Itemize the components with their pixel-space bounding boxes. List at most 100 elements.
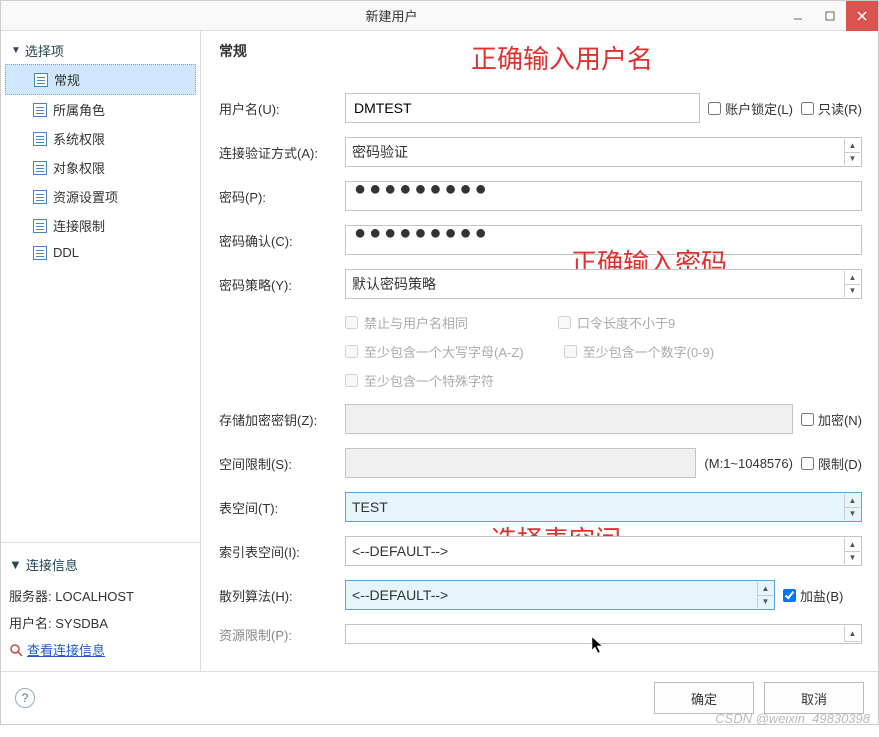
row-policy: 密码策略(Y): 默认密码策略 ▲▼ <box>219 269 862 299</box>
tablespace-select[interactable]: TEST ▲▼ <box>345 492 862 522</box>
nav-item-resource[interactable]: 资源设置项 <box>5 182 196 211</box>
nav-item-label: 连接限制 <box>53 216 105 235</box>
readonly-checkbox[interactable]: 只读(R) <box>801 99 862 118</box>
lock-check[interactable] <box>708 102 721 115</box>
spinner-icon: ▲▼ <box>844 271 860 297</box>
space-input[interactable] <box>345 448 696 478</box>
watermark: CSDN @weixin_49830398 <box>715 711 870 726</box>
row-reslimit: 资源限制(P): ▲ <box>219 624 862 644</box>
document-icon <box>33 246 47 260</box>
connection-info: ▼ 连接信息 服务器: LOCALHOST 用户名: SYSDBA 查看连接信息 <box>1 542 200 671</box>
footer-buttons: 确定 取消 <box>654 682 864 714</box>
row-storekey: 存储加密密钥(Z): 加密(N) <box>219 404 862 434</box>
titlebar: 新建用户 <box>1 1 878 31</box>
nav-item-ddl[interactable]: DDL <box>5 240 196 265</box>
close-button[interactable] <box>846 1 878 31</box>
nav-item-label: 常规 <box>54 70 80 89</box>
policy-opt-special: 至少包含一个特殊字符 <box>345 371 494 390</box>
content: ▼ 选择项 常规 所属角色 系统权限 对象权限 <box>1 31 878 671</box>
row-password-confirm: 密码确认(C): ●●●●●●●●● <box>219 225 862 255</box>
limit-check[interactable] <box>801 457 814 470</box>
view-connection-link[interactable]: 查看连接信息 <box>9 640 192 659</box>
nav-item-label: 资源设置项 <box>53 187 118 206</box>
nav-item-label: 对象权限 <box>53 158 105 177</box>
encrypt-checkbox[interactable]: 加密(N) <box>801 410 862 429</box>
hash-select[interactable]: <--DEFAULT--> ▲▼ <box>345 580 775 610</box>
sidebar-nav: ▼ 选择项 常规 所属角色 系统权限 对象权限 <box>1 31 200 542</box>
password-confirm-input[interactable]: ●●●●●●●●● <box>345 225 862 255</box>
auth-label: 连接验证方式(A): <box>219 143 337 162</box>
policy-opt-no-username: 禁止与用户名相同 <box>345 313 468 332</box>
user-value: SYSDBA <box>55 616 108 631</box>
server-row: 服务器: LOCALHOST <box>9 582 192 609</box>
username-label: 用户名(U): <box>219 99 337 118</box>
reslimit-label: 资源限制(P): <box>219 625 337 644</box>
spinner-icon: ▲▼ <box>844 538 860 564</box>
document-icon <box>34 73 48 87</box>
row-username: 用户名(U): 账户锁定(L) 只读(R) <box>219 93 862 123</box>
titlebar-buttons <box>782 1 878 31</box>
tablespace-label: 表空间(T): <box>219 498 337 517</box>
cancel-button[interactable]: 取消 <box>764 682 864 714</box>
nav-item-roles[interactable]: 所属角色 <box>5 95 196 124</box>
dialog-window: 新建用户 ▼ 选择项 常规 所属角色 <box>0 0 879 725</box>
lock-label: 账户锁定(L) <box>725 99 793 118</box>
user-row: 用户名: SYSDBA <box>9 609 192 636</box>
space-label: 空间限制(S): <box>219 454 337 473</box>
spinner-icon: ▲▼ <box>757 582 773 608</box>
policy-select[interactable]: 默认密码策略 ▲▼ <box>345 269 862 299</box>
readonly-label: 只读(R) <box>818 99 862 118</box>
storekey-input[interactable] <box>345 404 793 434</box>
policy-opt-digit: 至少包含一个数字(0-9) <box>564 342 714 361</box>
limit-label: 限制(D) <box>818 454 862 473</box>
nav-item-conn-limit[interactable]: 连接限制 <box>5 211 196 240</box>
indexspace-value: <--DEFAULT--> <box>352 543 448 559</box>
account-lock-checkbox[interactable]: 账户锁定(L) <box>708 99 793 118</box>
maximize-button[interactable] <box>814 1 846 31</box>
row-auth: 连接验证方式(A): 密码验证 ▲▼ <box>219 137 862 167</box>
indexspace-select[interactable]: <--DEFAULT--> ▲▼ <box>345 536 862 566</box>
policy-label: 密码策略(Y): <box>219 275 337 294</box>
readonly-check[interactable] <box>801 102 814 115</box>
document-icon <box>33 103 47 117</box>
row-spacelimit: 空间限制(S): (M:1~1048576) 限制(D) <box>219 448 862 478</box>
view-conn-row: 查看连接信息 <box>9 636 192 663</box>
minimize-button[interactable] <box>782 1 814 31</box>
encrypt-check[interactable] <box>801 413 814 426</box>
document-icon <box>33 219 47 233</box>
policy-opt-upper: 至少包含一个大写字母(A-Z) <box>345 342 524 361</box>
nav-section-label: 选择项 <box>25 41 64 60</box>
help-button[interactable]: ? <box>15 688 35 708</box>
nav-item-general[interactable]: 常规 <box>5 64 196 95</box>
hash-value: <--DEFAULT--> <box>352 587 448 603</box>
limit-checkbox[interactable]: 限制(D) <box>801 454 862 473</box>
password-label: 密码(P): <box>219 187 337 206</box>
salt-checkbox[interactable]: 加盐(B) <box>783 586 843 605</box>
nav-item-label: 系统权限 <box>53 129 105 148</box>
collapse-icon: ▼ <box>11 45 21 56</box>
password-input[interactable]: ●●●●●●●●● <box>345 181 862 211</box>
nav-item-object-privs[interactable]: 对象权限 <box>5 153 196 182</box>
nav-item-system-privs[interactable]: 系统权限 <box>5 124 196 153</box>
conn-info-label: 连接信息 <box>26 555 78 574</box>
auth-select[interactable]: 密码验证 ▲▼ <box>345 137 862 167</box>
nav-section-header[interactable]: ▼ 选择项 <box>5 37 196 64</box>
salt-check[interactable] <box>783 589 796 602</box>
user-label: 用户名: <box>9 616 52 631</box>
row-tablespace: 表空间(T): TEST ▲▼ <box>219 492 862 522</box>
server-label: 服务器: <box>9 589 52 604</box>
spinner-icon: ▲▼ <box>844 139 860 165</box>
storekey-label: 存储加密密钥(Z): <box>219 410 337 429</box>
document-icon <box>33 161 47 175</box>
view-conn-label: 查看连接信息 <box>27 640 105 659</box>
space-range: (M:1~1048576) <box>704 456 793 471</box>
main-panel: 常规 正确输入用户名 正确输入密码 选择表空间 用户名(U): 账户锁定(L) … <box>201 31 878 671</box>
conn-info-header[interactable]: ▼ 连接信息 <box>9 551 192 582</box>
username-input[interactable] <box>345 93 700 123</box>
row-hash: 散列算法(H): <--DEFAULT--> ▲▼ 加盐(B) <box>219 580 862 610</box>
ok-button[interactable]: 确定 <box>654 682 754 714</box>
encrypt-label: 加密(N) <box>818 410 862 429</box>
policy-opt-min-len: 口令长度不小于9 <box>558 313 675 332</box>
reslimit-select[interactable]: ▲ <box>345 624 862 644</box>
nav-item-label: 所属角色 <box>53 100 105 119</box>
